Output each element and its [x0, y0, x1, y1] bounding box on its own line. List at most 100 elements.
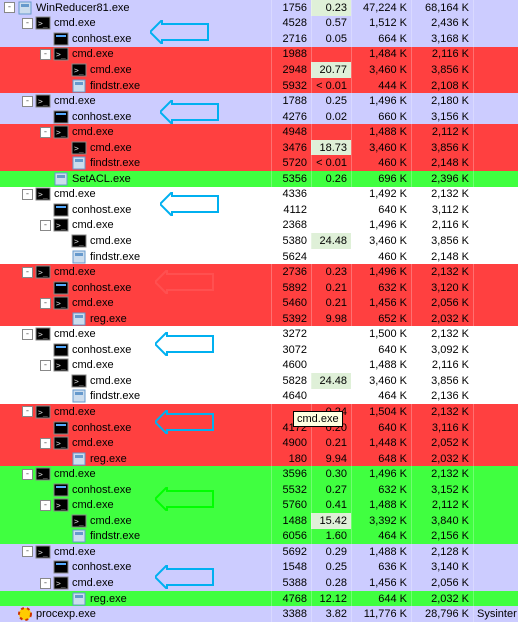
- process-name: cmd.exe: [53, 188, 271, 200]
- process-row[interactable]: ->_cmd.exe49481,488 K2,112 K: [0, 124, 518, 140]
- process-row[interactable]: findstr.exe5624460 K2,148 K: [0, 249, 518, 265]
- tree-expander[interactable]: -: [40, 220, 51, 231]
- process-cpu: 0.25: [311, 93, 351, 109]
- tree-expander[interactable]: -: [22, 267, 33, 278]
- process-private-bytes: 444 K: [351, 78, 411, 94]
- process-description: [473, 93, 518, 109]
- process-private-bytes: 11,776 K: [351, 606, 411, 622]
- process-description: [473, 140, 518, 156]
- process-row[interactable]: >_cmd.exe538024.483,460 K3,856 K: [0, 233, 518, 249]
- process-row[interactable]: >_cmd.exe148815.423,392 K3,840 K: [0, 513, 518, 529]
- process-row[interactable]: ->_cmd.exe0.241,504 K2,132 K: [0, 404, 518, 420]
- process-name: cmd.exe: [71, 48, 271, 60]
- tree-expander[interactable]: -: [22, 406, 33, 417]
- process-description: [473, 513, 518, 529]
- process-row[interactable]: ->_cmd.exe43361,492 K2,132 K: [0, 187, 518, 203]
- process-row[interactable]: ->_cmd.exe19881,484 K2,116 K: [0, 47, 518, 63]
- process-row[interactable]: ->_cmd.exe23681,496 K2,116 K: [0, 218, 518, 234]
- process-row[interactable]: conhost.exe27160.05664 K3,168 K: [0, 31, 518, 47]
- process-row[interactable]: >_cmd.exe294820.773,460 K3,856 K: [0, 62, 518, 78]
- process-row[interactable]: conhost.exe15480.25636 K3,140 K: [0, 560, 518, 576]
- process-row[interactable]: findstr.exe5932< 0.01444 K2,108 K: [0, 78, 518, 94]
- app-icon: [17, 0, 33, 16]
- process-private-bytes: 3,460 K: [351, 140, 411, 156]
- process-row[interactable]: procexp.exe33883.8211,776 K28,796 KSysin…: [0, 606, 518, 622]
- process-description: [473, 187, 518, 203]
- process-row[interactable]: >_cmd.exe582824.483,460 K3,856 K: [0, 373, 518, 389]
- process-cpu: 0.41: [311, 498, 351, 514]
- process-row[interactable]: reg.exe476812.12644 K2,032 K: [0, 591, 518, 607]
- process-row[interactable]: ->_cmd.exe49000.211,448 K2,052 K: [0, 435, 518, 451]
- process-description: [473, 342, 518, 358]
- tree-expander[interactable]: -: [40, 578, 51, 589]
- process-row[interactable]: SetACL.exe53560.26696 K2,396 K: [0, 171, 518, 187]
- process-private-bytes: 1,512 K: [351, 16, 411, 32]
- svg-text:>_: >_: [74, 66, 84, 75]
- process-pid: 1548: [271, 560, 311, 576]
- tree-expander[interactable]: -: [4, 2, 15, 13]
- process-cpu: < 0.01: [311, 78, 351, 94]
- svg-text:>_: >_: [56, 299, 66, 308]
- process-row[interactable]: reg.exe1809.94648 K2,032 K: [0, 451, 518, 467]
- process-row[interactable]: conhost.exe55320.27632 K3,152 K: [0, 482, 518, 498]
- tree-expander[interactable]: -: [22, 18, 33, 29]
- tree-expander[interactable]: -: [22, 329, 33, 340]
- process-row[interactable]: findstr.exe5720< 0.01460 K2,148 K: [0, 155, 518, 171]
- tree-expander[interactable]: -: [40, 127, 51, 138]
- app-icon: [71, 78, 87, 94]
- process-row[interactable]: >_cmd.exe347618.733,460 K3,856 K: [0, 140, 518, 156]
- process-working-set: 2,116 K: [411, 218, 473, 234]
- process-working-set: 3,152 K: [411, 482, 473, 498]
- process-row[interactable]: conhost.exe58920.21632 K3,120 K: [0, 280, 518, 296]
- cmd-icon: >_: [53, 46, 69, 62]
- tree-expander[interactable]: -: [40, 360, 51, 371]
- process-working-set: 68,164 K: [411, 0, 473, 16]
- process-row[interactable]: ->_cmd.exe35960.301,496 K2,132 K: [0, 466, 518, 482]
- tree-expander[interactable]: -: [22, 546, 33, 557]
- tree-expander[interactable]: -: [22, 189, 33, 200]
- process-tree[interactable]: -WinReducer81.exe17560.2347,224 K68,164 …: [0, 0, 518, 622]
- process-row[interactable]: ->_cmd.exe45280.571,512 K2,436 K: [0, 16, 518, 32]
- process-description: [473, 202, 518, 218]
- process-working-set: 3,140 K: [411, 560, 473, 576]
- tree-expander[interactable]: -: [22, 469, 33, 480]
- process-row[interactable]: reg.exe53929.98652 K2,032 K: [0, 311, 518, 327]
- process-row[interactable]: ->_cmd.exe54600.211,456 K2,056 K: [0, 295, 518, 311]
- process-row[interactable]: conhost.exe41720.20640 K3,116 K: [0, 420, 518, 436]
- process-row[interactable]: findstr.exe4640464 K2,136 K: [0, 389, 518, 405]
- tree-expander[interactable]: -: [40, 49, 51, 60]
- process-row[interactable]: ->_cmd.exe27360.231,496 K2,132 K: [0, 264, 518, 280]
- process-row[interactable]: -WinReducer81.exe17560.2347,224 K68,164 …: [0, 0, 518, 16]
- cmd-icon: >_: [53, 497, 69, 513]
- process-private-bytes: 632 K: [351, 482, 411, 498]
- process-row[interactable]: ->_cmd.exe57600.411,488 K2,112 K: [0, 498, 518, 514]
- process-cpu: 0.21: [311, 295, 351, 311]
- tree-expander[interactable]: -: [40, 298, 51, 309]
- process-row[interactable]: ->_cmd.exe17880.251,496 K2,180 K: [0, 93, 518, 109]
- process-row[interactable]: ->_cmd.exe46001,488 K2,116 K: [0, 358, 518, 374]
- process-name: conhost.exe: [71, 561, 271, 573]
- process-row[interactable]: ->_cmd.exe32721,500 K2,132 K: [0, 326, 518, 342]
- process-cpu: 0.28: [311, 575, 351, 591]
- tree-expander[interactable]: -: [22, 96, 33, 107]
- tree-expander[interactable]: -: [40, 500, 51, 511]
- process-name: findstr.exe: [89, 80, 271, 92]
- process-name: conhost.exe: [71, 282, 271, 294]
- process-pid: 1756: [271, 0, 311, 16]
- process-cpu: 0.05: [311, 31, 351, 47]
- process-working-set: 28,796 K: [411, 606, 473, 622]
- process-row[interactable]: conhost.exe42760.02660 K3,156 K: [0, 109, 518, 125]
- process-row[interactable]: conhost.exe3072640 K3,092 K: [0, 342, 518, 358]
- process-name: findstr.exe: [89, 390, 271, 402]
- process-row[interactable]: findstr.exe60561.60464 K2,156 K: [0, 529, 518, 545]
- process-cpu: 0.21: [311, 280, 351, 296]
- con-icon: [53, 559, 69, 575]
- process-name: SetACL.exe: [71, 173, 271, 185]
- pe-icon: [17, 606, 33, 622]
- process-row[interactable]: ->_cmd.exe56920.291,488 K2,128 K: [0, 544, 518, 560]
- process-working-set: 2,148 K: [411, 249, 473, 265]
- process-working-set: 3,156 K: [411, 109, 473, 125]
- process-row[interactable]: conhost.exe4112640 K3,112 K: [0, 202, 518, 218]
- tree-expander[interactable]: -: [40, 438, 51, 449]
- process-row[interactable]: ->_cmd.exe53880.281,456 K2,056 K: [0, 575, 518, 591]
